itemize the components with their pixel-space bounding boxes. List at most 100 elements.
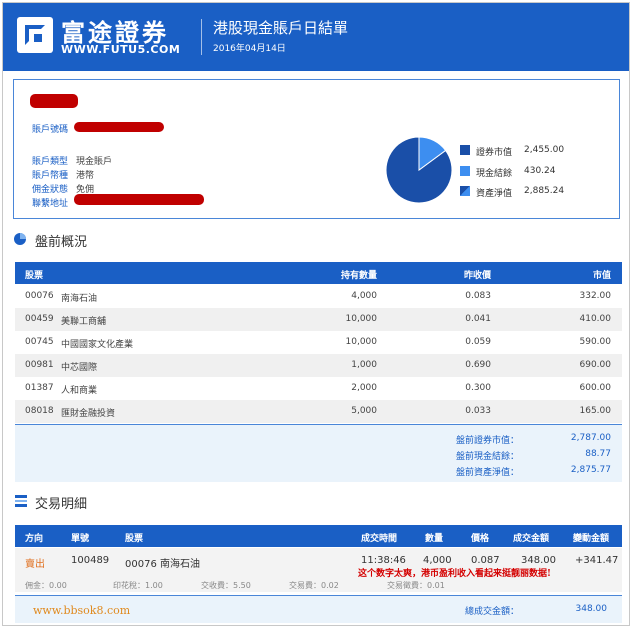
holding-prev-close: 0.300 xyxy=(465,383,491,393)
holding-code: 01387 xyxy=(25,383,54,393)
account-type-value: 現金賬戶 xyxy=(76,157,113,167)
header-divider xyxy=(201,19,202,55)
summary-securities-label: 盤前證券市值： xyxy=(455,436,519,446)
trade-section-title: 交易明細 xyxy=(35,497,88,512)
col-stock: 股票 xyxy=(25,271,44,281)
fee-commission: 佣金：0.00 xyxy=(25,581,67,590)
summary-cash-label: 盤前現金結餘： xyxy=(455,452,519,462)
holding-name: 中國國家文化產業 xyxy=(61,340,134,350)
commission-status-label: 佣金狀態 xyxy=(32,185,69,195)
statement-page: 富途證券 WWW.FUTU5.COM 港股現金賬戶日結單 2016年04月14日… xyxy=(2,2,630,626)
holding-row: 01387 人和商業 2,000 0.300 600.00 xyxy=(15,377,622,400)
header-bar: 富途證券 WWW.FUTU5.COM 港股現金賬戶日結單 2016年04月14日 xyxy=(3,3,629,71)
fee-stamp-duty: 印花稅：1.00 xyxy=(113,581,163,590)
trade-change: +341.47 xyxy=(575,555,619,566)
holding-row: 00981 中芯國際 1,000 0.690 690.00 xyxy=(15,354,622,377)
account-type-label: 賬戶類型 xyxy=(32,157,69,167)
trade-order-no: 100489 xyxy=(71,555,110,566)
trade-price: 0.087 xyxy=(471,555,500,566)
holding-market-value: 332.00 xyxy=(579,291,612,301)
redacted-address xyxy=(74,194,204,205)
holding-qty: 5,000 xyxy=(351,406,377,416)
holding-qty: 10,000 xyxy=(345,337,378,347)
holding-qty: 1,000 xyxy=(351,360,377,370)
statement-title: 港股現金賬戶日結單 xyxy=(213,19,349,37)
trade-table-header: 方向 單號 股票 成交時間 數量 價格 成交金額 變動金額 xyxy=(15,525,622,547)
holding-row: 00076 南海石油 4,000 0.083 332.00 xyxy=(15,285,622,308)
brand-url: WWW.FUTU5.COM xyxy=(61,43,181,56)
summary-net-label: 盤前資產淨值： xyxy=(455,468,519,478)
col-trade-price: 價格 xyxy=(471,534,490,544)
holding-code: 00745 xyxy=(25,337,54,347)
holding-name: 中芯國際 xyxy=(61,363,98,373)
legend-value-cash: 430.24 xyxy=(524,166,556,176)
account-currency-value: 港幣 xyxy=(76,171,95,181)
holding-prev-close: 0.690 xyxy=(465,360,491,370)
col-change-amount: 變動金額 xyxy=(573,534,610,544)
fee-levy: 交易徵費：0.01 xyxy=(387,581,445,590)
holding-row: 00745 中國國家文化產業 10,000 0.059 590.00 xyxy=(15,331,622,354)
total-amount-value: 348.00 xyxy=(575,604,608,614)
holding-qty: 10,000 xyxy=(345,314,378,324)
holding-prev-close: 0.083 xyxy=(465,291,491,301)
red-annotation: 这个数字太爽，港币盈利收入看起来挺靓丽数据! xyxy=(358,569,551,579)
watermark: www.bbsok8.com xyxy=(33,604,131,617)
legend-swatch-cash xyxy=(460,166,470,176)
redacted-account-number xyxy=(74,122,164,132)
statement-date: 2016年04月14日 xyxy=(213,44,286,54)
col-market-value: 市值 xyxy=(592,271,611,281)
summary-securities-value: 2,787.00 xyxy=(570,433,611,443)
account-card: 賬戶號碼 賬戶類型 現金賬戶 賬戶幣種 港幣 佣金狀態 免佣 聯繫地址 證券市值… xyxy=(13,79,620,219)
trade-direction: 賣出 xyxy=(25,559,45,570)
total-amount-label: 總成交金額： xyxy=(464,607,519,617)
holding-prev-close: 0.059 xyxy=(465,337,491,347)
holding-code: 00459 xyxy=(25,314,54,324)
holding-market-value: 690.00 xyxy=(579,360,612,370)
holding-name: 匯財金融投資 xyxy=(61,409,116,419)
account-number-label: 賬戶號碼 xyxy=(32,125,69,135)
holding-name: 人和商業 xyxy=(61,386,98,396)
holding-market-value: 165.00 xyxy=(579,406,612,416)
col-direction: 方向 xyxy=(25,534,44,544)
legend-value-net-assets: 2,885.24 xyxy=(524,186,565,196)
holding-qty: 2,000 xyxy=(351,383,377,393)
col-trade-qty: 數量 xyxy=(425,534,444,544)
address-label: 聯繫地址 xyxy=(32,199,69,209)
holding-qty: 4,000 xyxy=(351,291,377,301)
holding-row: 08018 匯財金融投資 5,000 0.033 165.00 xyxy=(15,400,622,423)
summary-net-value: 2,875.77 xyxy=(570,465,611,475)
trade-amount: 348.00 xyxy=(521,555,556,566)
pie-section-icon xyxy=(14,233,26,245)
list-section-icon xyxy=(15,495,27,507)
account-currency-label: 賬戶幣種 xyxy=(32,171,69,181)
legend-swatch-securities xyxy=(460,145,470,155)
trade-stock: 00076 南海石油 xyxy=(125,559,200,570)
holding-market-value: 410.00 xyxy=(579,314,612,324)
holding-market-value: 600.00 xyxy=(579,383,612,393)
legend-label-securities: 證券市值 xyxy=(476,148,513,158)
holdings-table-header: 股票 持有數量 昨收價 市值 xyxy=(15,262,622,284)
holding-code: 08018 xyxy=(25,406,54,416)
legend-swatch-net-assets xyxy=(460,186,470,196)
trade-time: 11:38:46 xyxy=(361,555,406,566)
legend-label-net-assets: 資產淨值 xyxy=(476,189,513,199)
asset-pie-chart xyxy=(385,136,453,204)
holding-prev-close: 0.041 xyxy=(465,314,491,324)
holding-row: 00459 美聯工商舖 10,000 0.041 410.00 xyxy=(15,308,622,331)
legend-value-securities: 2,455.00 xyxy=(524,145,565,155)
futu-logo-icon xyxy=(17,17,53,53)
trade-qty: 4,000 xyxy=(423,555,452,566)
holdings-section-title: 盤前概況 xyxy=(35,235,88,250)
holding-prev-close: 0.033 xyxy=(465,406,491,416)
col-trade-time: 成交時間 xyxy=(361,534,398,544)
holding-code: 00076 xyxy=(25,291,54,301)
holding-code: 00981 xyxy=(25,360,54,370)
holding-name: 南海石油 xyxy=(61,294,98,304)
col-trade-amount: 成交金額 xyxy=(513,534,550,544)
summary-cash-value: 88.77 xyxy=(585,449,611,459)
holding-name: 美聯工商舖 xyxy=(61,317,107,327)
redacted-name xyxy=(30,94,78,108)
col-quantity: 持有數量 xyxy=(340,271,377,281)
legend-label-cash: 現金結餘 xyxy=(476,169,513,179)
col-trade-stock: 股票 xyxy=(125,534,144,544)
